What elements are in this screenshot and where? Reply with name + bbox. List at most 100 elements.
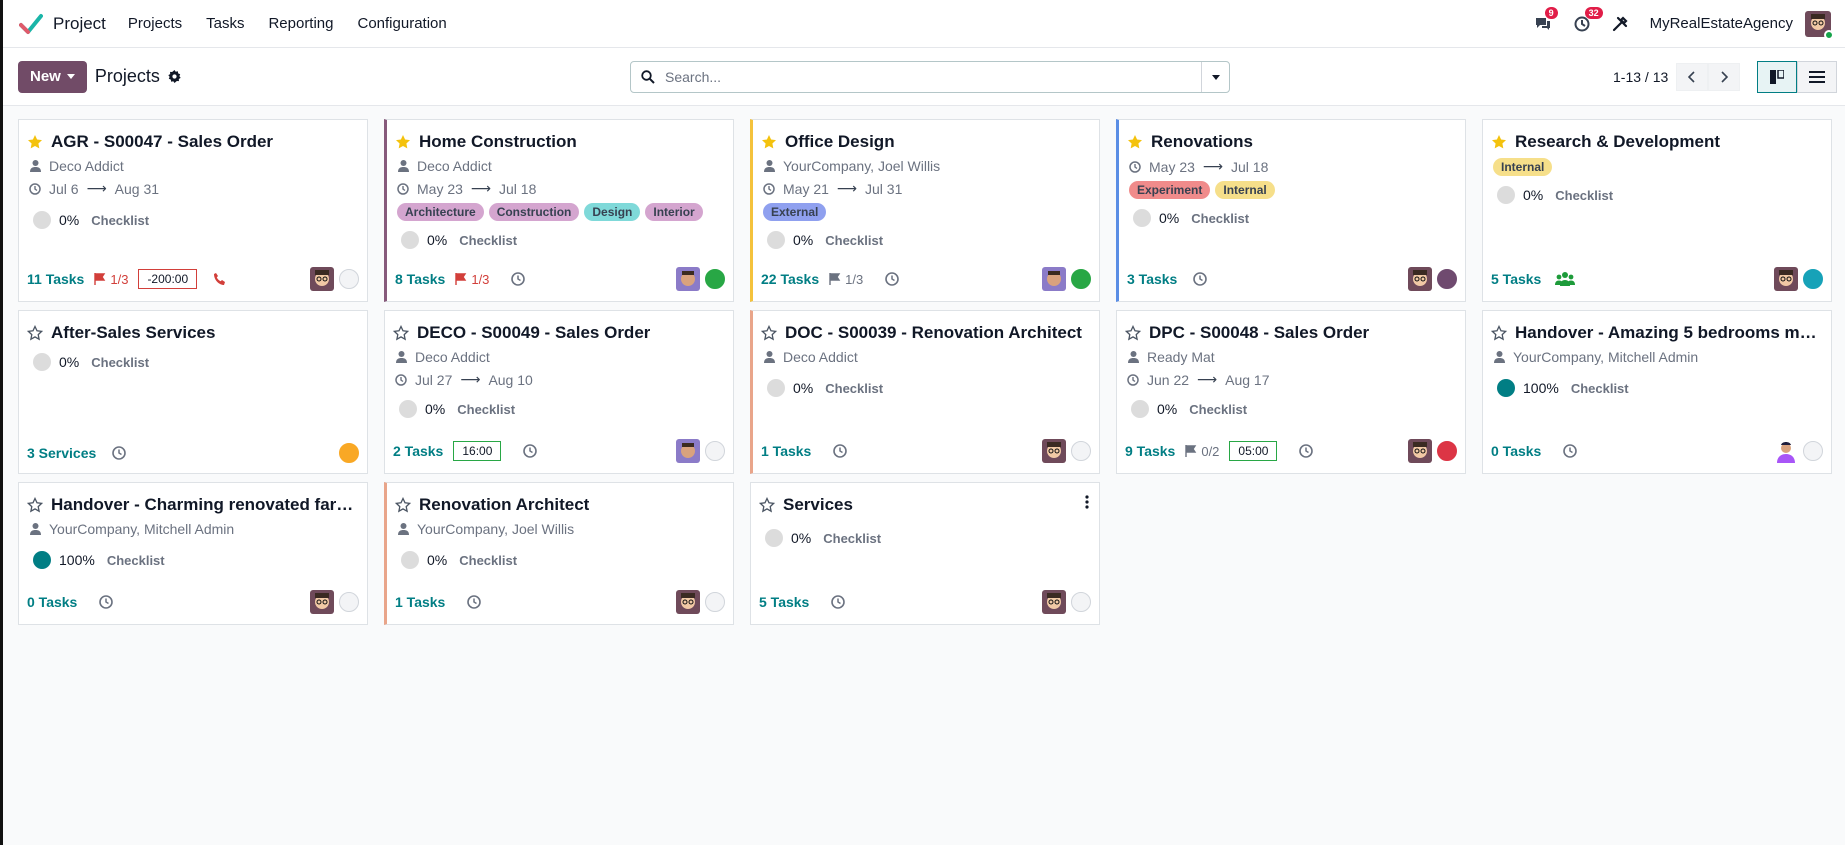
phone-icon[interactable] (213, 272, 227, 286)
milestones-indicator[interactable]: 1/3 (829, 272, 863, 287)
assignee-avatar[interactable] (1408, 439, 1432, 463)
status-indicator[interactable] (339, 592, 359, 612)
project-app-logo[interactable] (19, 12, 43, 36)
project-card[interactable]: Handover - Charming renovated farm … You… (18, 482, 368, 625)
activities-button[interactable]: 32 (1574, 6, 1603, 32)
team-icon[interactable] (1555, 271, 1576, 287)
tasks-link[interactable]: 5 Tasks (759, 594, 809, 610)
status-indicator[interactable] (705, 441, 725, 461)
activity-clock-icon[interactable] (467, 595, 482, 609)
menu-tasks[interactable]: Tasks (206, 15, 244, 32)
project-card[interactable]: DPC - S00048 - Sales Order Ready Mat Jun… (1116, 310, 1466, 474)
status-indicator[interactable] (1803, 441, 1823, 461)
menu-configuration[interactable]: Configuration (358, 15, 447, 32)
project-card[interactable]: Home Construction Deco Addict May 23 ⟶ Jul… (384, 119, 734, 302)
assignee-avatar[interactable] (1042, 267, 1066, 291)
tasks-link[interactable]: 5 Tasks (1491, 271, 1541, 287)
status-indicator[interactable] (705, 592, 725, 612)
star-outline-icon[interactable] (759, 497, 775, 513)
tasks-link[interactable]: 3 Services (27, 445, 96, 461)
project-card[interactable]: After-Sales Services 0% Checklist 3 Servi… (18, 310, 368, 474)
assignee-avatar[interactable] (1408, 267, 1432, 291)
activity-clock-icon[interactable] (833, 444, 848, 458)
activity-clock-icon[interactable] (1563, 444, 1578, 458)
milestones-indicator[interactable]: 0/2 (1185, 444, 1219, 459)
star-outline-icon[interactable] (761, 325, 777, 341)
tasks-link[interactable]: 1 Tasks (395, 594, 445, 610)
pager-next-button[interactable] (1708, 63, 1741, 91)
gear-icon[interactable] (168, 70, 181, 83)
status-indicator[interactable] (1071, 592, 1091, 612)
tasks-link[interactable]: 1 Tasks (761, 443, 811, 459)
project-card[interactable]: Office Design YourCompany, Joel Willis M… (750, 119, 1100, 302)
menu-projects[interactable]: Projects (128, 15, 182, 32)
assignee-avatar[interactable] (1042, 590, 1066, 614)
user-avatar[interactable] (1805, 10, 1834, 40)
project-card[interactable]: Renovation Architect YourCompany, Joel W… (384, 482, 734, 625)
project-card[interactable]: Services 0% Checklist 5 Tasks (750, 482, 1100, 625)
activity-clock-icon[interactable] (523, 444, 538, 458)
tasks-link[interactable]: 0 Tasks (1491, 443, 1541, 459)
star-outline-icon[interactable] (1491, 325, 1507, 341)
milestones-indicator[interactable]: 1/3 (94, 272, 128, 287)
activity-clock-icon[interactable] (831, 595, 846, 609)
messages-button[interactable]: 9 (1534, 6, 1558, 32)
more-options-icon[interactable] (1085, 495, 1089, 513)
new-button[interactable]: New (18, 60, 87, 93)
status-indicator[interactable] (1803, 269, 1823, 289)
star-filled-icon[interactable] (761, 134, 777, 150)
activity-clock-icon[interactable] (511, 272, 526, 286)
project-card[interactable]: Handover - Amazing 5 bedrooms manor Your… (1482, 310, 1832, 474)
assignee-avatar[interactable] (676, 439, 700, 463)
assignee-avatar[interactable] (676, 590, 700, 614)
debug-tools-button[interactable] (1612, 15, 1628, 32)
menu-reporting[interactable]: Reporting (268, 15, 333, 32)
project-card[interactable]: AGR - S00047 - Sales Order Deco Addict J… (18, 119, 368, 302)
project-card[interactable]: Research & Development Internal 0% Checkl… (1482, 119, 1832, 302)
status-indicator[interactable] (339, 443, 359, 463)
star-outline-icon[interactable] (1125, 325, 1141, 341)
status-indicator[interactable] (705, 269, 725, 289)
status-indicator[interactable] (339, 269, 359, 289)
activity-clock-icon[interactable] (99, 595, 114, 609)
star-outline-icon[interactable] (395, 497, 411, 513)
tasks-link[interactable]: 22 Tasks (761, 271, 819, 287)
project-card[interactable]: Renovations May 23 ⟶ Jul 18 Experiment Int… (1116, 119, 1466, 302)
star-outline-icon[interactable] (393, 325, 409, 341)
tasks-link[interactable]: 2 Tasks (393, 443, 443, 459)
app-name[interactable]: Project (53, 14, 106, 34)
status-indicator[interactable] (1437, 441, 1457, 461)
list-view-button[interactable] (1797, 61, 1837, 93)
tasks-link[interactable]: 8 Tasks (395, 271, 445, 287)
star-outline-icon[interactable] (27, 497, 43, 513)
company-switcher[interactable]: MyRealEstateAgency (1650, 15, 1793, 32)
pager-value[interactable]: 1-13 / 13 (1613, 69, 1668, 85)
tasks-link[interactable]: 11 Tasks (27, 271, 84, 287)
star-outline-icon[interactable] (27, 325, 43, 341)
assignee-avatar[interactable] (1042, 439, 1066, 463)
project-card[interactable]: DOC - S00039 - Renovation Architect Deco… (750, 310, 1100, 474)
activity-clock-icon[interactable] (885, 272, 900, 286)
activity-clock-icon[interactable] (1299, 444, 1314, 458)
assignee-avatar[interactable] (1774, 267, 1798, 291)
status-indicator[interactable] (1437, 269, 1457, 289)
milestones-indicator[interactable]: 1/3 (455, 272, 489, 287)
tasks-link[interactable]: 0 Tasks (27, 594, 77, 610)
search-options-toggle[interactable] (1201, 62, 1229, 92)
tasks-link[interactable]: 9 Tasks (1125, 443, 1175, 459)
assignee-avatar[interactable] (310, 590, 334, 614)
status-indicator[interactable] (1071, 269, 1091, 289)
star-filled-icon[interactable] (27, 134, 43, 150)
status-indicator[interactable] (1071, 441, 1091, 461)
star-filled-icon[interactable] (1491, 134, 1507, 150)
project-card[interactable]: DECO - S00049 - Sales Order Deco Addict … (384, 310, 734, 474)
search-input[interactable] (663, 63, 1201, 91)
star-filled-icon[interactable] (1127, 134, 1143, 150)
star-filled-icon[interactable] (395, 134, 411, 150)
pager-previous-button[interactable] (1676, 63, 1709, 91)
assignee-avatar[interactable] (676, 267, 700, 291)
assignee-avatar[interactable] (1774, 439, 1798, 463)
kanban-view-button[interactable] (1757, 61, 1797, 93)
activity-clock-icon[interactable] (1193, 272, 1208, 286)
activity-clock-icon[interactable] (112, 446, 127, 460)
